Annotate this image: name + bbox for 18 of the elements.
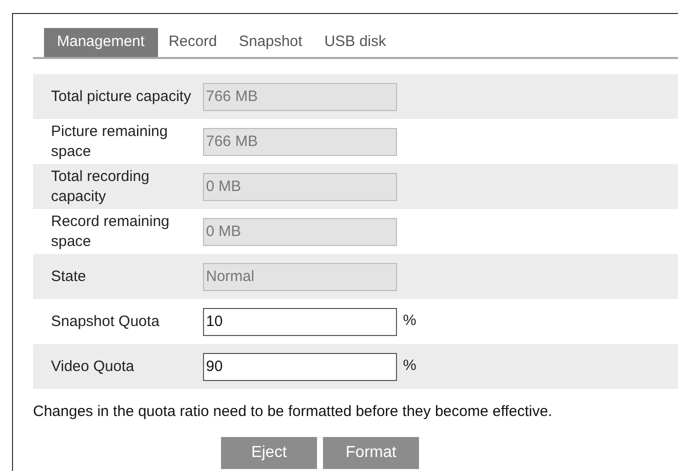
action-button[interactable]: Eject: [221, 436, 317, 468]
field-label: Total picture capacity: [50, 86, 192, 106]
tab[interactable]: Management: [44, 28, 158, 57]
field-label: Record remaining space: [50, 212, 170, 252]
input-field[interactable]: 10: [203, 308, 397, 336]
action-button[interactable]: Format: [323, 436, 419, 468]
tab[interactable]: Snapshot: [228, 28, 314, 57]
field-label: State: [50, 266, 88, 286]
field-label: Snapshot Quota: [50, 312, 160, 332]
unit-text: %: [403, 311, 416, 332]
input-field[interactable]: 90: [203, 352, 397, 380]
field-label: Picture remaining space: [50, 122, 169, 162]
tab[interactable]: USB disk: [313, 28, 397, 57]
note-text: Changes in the quota ratio need to be formatted before they become effective.: [33, 402, 554, 422]
tab[interactable]: Record: [158, 28, 228, 57]
field-label: Video Quota: [50, 356, 136, 376]
unit-text: %: [403, 356, 416, 376]
field-label: Total recording capacity: [50, 166, 150, 206]
